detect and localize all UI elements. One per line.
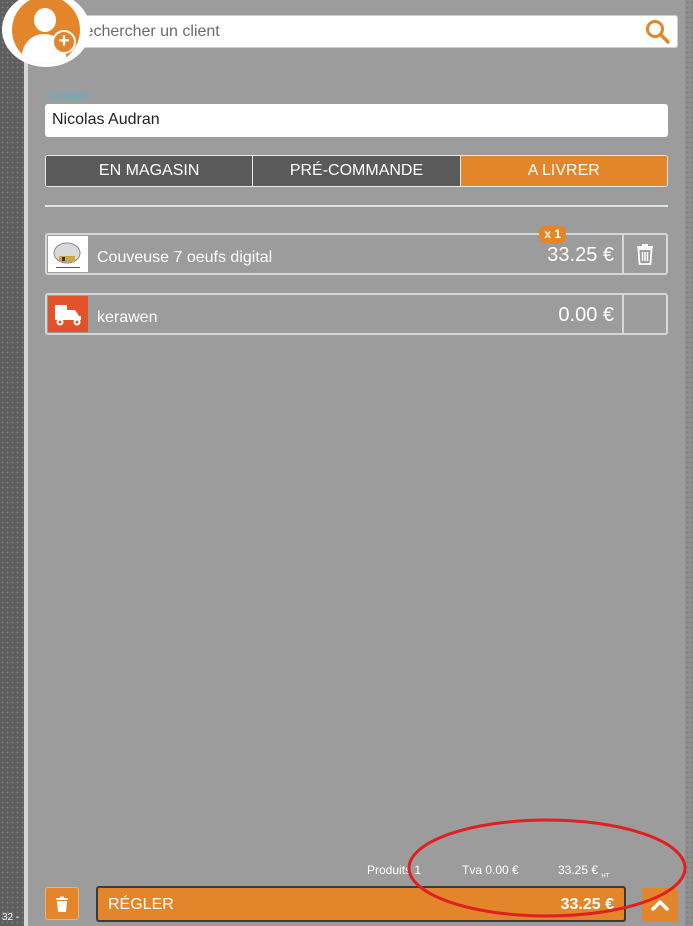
add-user-icon: + bbox=[12, 0, 80, 64]
item-name: Couveuse 7 oeufs digital bbox=[97, 249, 273, 266]
cart-item[interactable]: kerawen 0.00 € bbox=[45, 293, 668, 335]
products-count: Produits 1 bbox=[367, 863, 422, 877]
customer-search-input[interactable] bbox=[63, 16, 633, 47]
pay-amount: 33.25 € bbox=[560, 896, 614, 913]
tab-pre-commande[interactable]: PRÉ-COMMANDE bbox=[253, 156, 461, 186]
customer-search bbox=[62, 15, 678, 48]
quantity-badge[interactable]: x 1 bbox=[539, 226, 566, 243]
trash-icon bbox=[56, 896, 68, 912]
chevron-up-icon bbox=[651, 900, 669, 911]
tab-en-magasin[interactable]: EN MAGASIN bbox=[46, 156, 254, 186]
tab-a-livrer[interactable]: A LIVRER bbox=[460, 156, 667, 186]
pay-label: RÉGLER bbox=[108, 896, 174, 913]
expand-button[interactable] bbox=[642, 888, 678, 922]
search-icon[interactable] bbox=[645, 19, 671, 45]
item-separator bbox=[622, 235, 624, 273]
tva-total: Tva 0.00 € bbox=[462, 863, 519, 877]
delivery-scooter-icon bbox=[48, 296, 88, 332]
item-separator bbox=[622, 295, 624, 333]
product-thumbnail bbox=[48, 236, 88, 272]
corner-label: 32 - bbox=[2, 912, 20, 923]
item-name: kerawen bbox=[97, 309, 158, 326]
pay-button[interactable]: RÉGLER 33.25 € bbox=[96, 886, 626, 922]
item-price: 0.00 € bbox=[558, 304, 614, 326]
item-price: 33.25 € bbox=[547, 244, 614, 266]
right-scroll-rail[interactable] bbox=[685, 0, 693, 926]
cart-item[interactable]: Couveuse 7 oeufs digital x 1 33.25 € bbox=[45, 226, 668, 275]
left-rail bbox=[0, 0, 24, 926]
cart-panel: + CAISSIER Nicolas Audran EN MAGASIN PRÉ… bbox=[2, 0, 685, 926]
divider bbox=[45, 205, 668, 207]
trash-icon[interactable] bbox=[634, 243, 656, 265]
cashier-field[interactable]: Nicolas Audran bbox=[45, 104, 668, 137]
total-ht-value: 33.25 € bbox=[558, 863, 599, 877]
ht-suffix: HT bbox=[601, 873, 610, 880]
order-type-tabs: EN MAGASIN PRÉ-COMMANDE A LIVRER bbox=[45, 155, 668, 187]
cashier-label: CAISSIER bbox=[45, 91, 90, 101]
add-customer-button[interactable]: + bbox=[2, 0, 90, 67]
total-ht: 33.25 € HT bbox=[558, 863, 609, 879]
clear-cart-button[interactable] bbox=[45, 887, 79, 920]
